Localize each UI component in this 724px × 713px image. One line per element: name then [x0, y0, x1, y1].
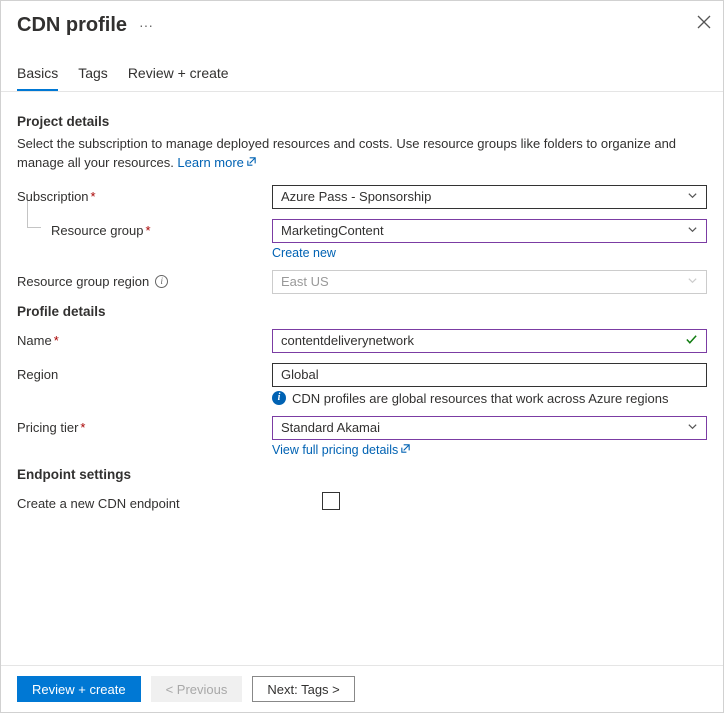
resource-group-select[interactable]: MarketingContent	[272, 219, 707, 243]
resource-group-label: Resource group*	[17, 219, 272, 238]
close-icon[interactable]	[697, 13, 711, 34]
subscription-select[interactable]: Azure Pass - Sponsorship	[272, 185, 707, 209]
footer-bar: Review + create < Previous Next: Tags >	[1, 665, 723, 712]
info-icon[interactable]: i	[155, 275, 168, 288]
page-title: CDN profile	[17, 14, 127, 37]
chevron-down-icon	[687, 190, 698, 204]
profile-details-title: Profile details	[17, 304, 707, 319]
tab-review-create[interactable]: Review + create	[128, 65, 229, 91]
project-details-title: Project details	[17, 114, 707, 129]
tab-tags[interactable]: Tags	[78, 65, 108, 91]
review-create-button[interactable]: Review + create	[17, 676, 141, 702]
create-endpoint-label: Create a new CDN endpoint	[17, 492, 322, 511]
rg-region-label: Resource group regioni	[17, 270, 272, 289]
tab-basics[interactable]: Basics	[17, 65, 58, 91]
create-endpoint-checkbox[interactable]	[322, 492, 340, 510]
region-hint: i CDN profiles are global resources that…	[272, 391, 707, 406]
chevron-down-icon	[687, 275, 698, 289]
pricing-select[interactable]: Standard Akamai	[272, 416, 707, 440]
pricing-details-link[interactable]: View full pricing details	[272, 443, 411, 457]
chevron-down-icon	[687, 421, 698, 435]
info-filled-icon: i	[272, 391, 286, 405]
next-button[interactable]: Next: Tags >	[252, 676, 354, 702]
subscription-label: Subscription*	[17, 185, 272, 204]
tab-bar: Basics Tags Review + create	[1, 41, 723, 92]
learn-more-link[interactable]: Learn more	[177, 155, 256, 170]
name-label: Name*	[17, 329, 272, 348]
create-new-link[interactable]: Create new	[272, 246, 336, 260]
endpoint-settings-title: Endpoint settings	[17, 467, 707, 482]
chevron-down-icon	[687, 224, 698, 238]
check-icon	[685, 333, 698, 349]
rg-region-select: East US	[272, 270, 707, 294]
previous-button: < Previous	[151, 676, 243, 702]
pricing-label: Pricing tier*	[17, 416, 272, 435]
name-input[interactable]: contentdeliverynetwork	[272, 329, 707, 353]
project-details-desc: Select the subscription to manage deploy…	[17, 135, 707, 173]
region-label: Region	[17, 363, 272, 382]
region-input[interactable]: Global	[272, 363, 707, 387]
more-icon[interactable]: ···	[135, 13, 157, 37]
